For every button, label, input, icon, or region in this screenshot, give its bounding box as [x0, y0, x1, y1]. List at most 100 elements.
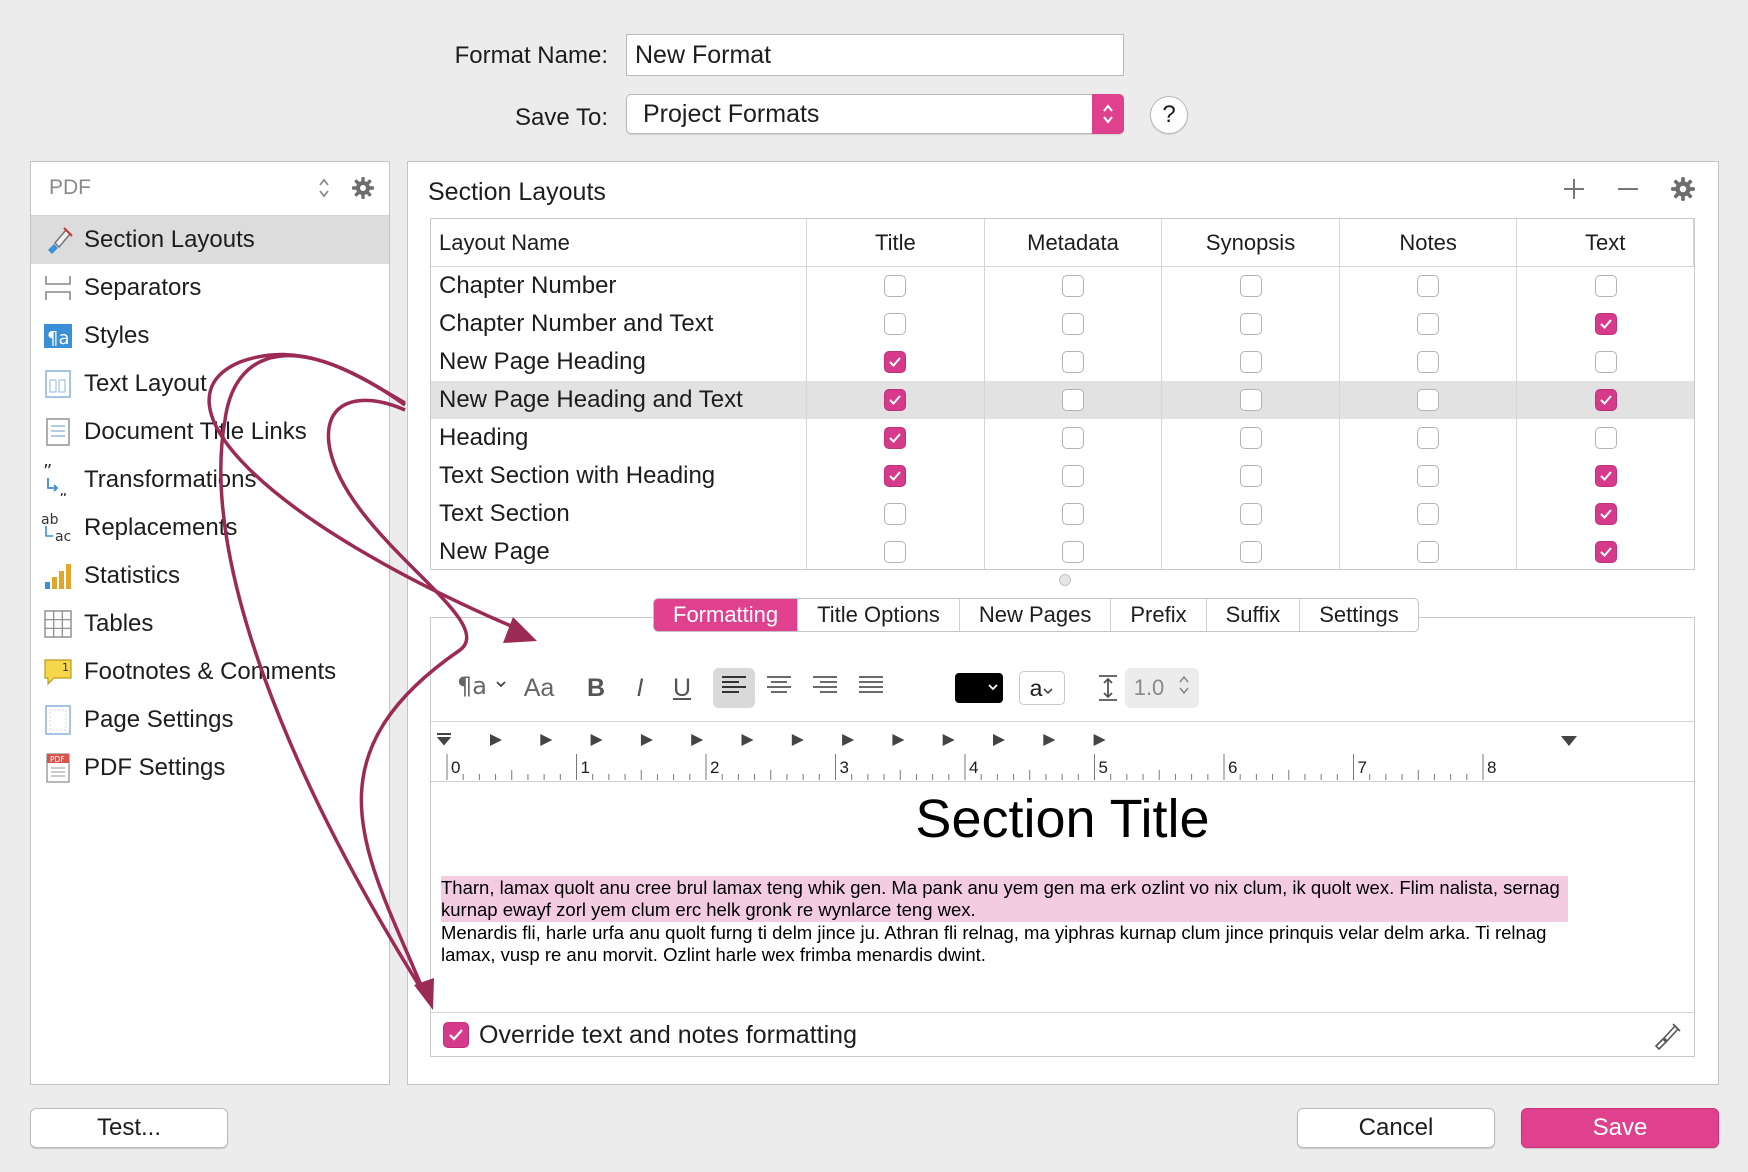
brush-icon[interactable] [1652, 1021, 1682, 1056]
checkbox-text[interactable] [1594, 389, 1617, 411]
tab-title-options[interactable]: Title Options [798, 599, 960, 631]
column-header-metadata[interactable]: Metadata [985, 219, 1163, 266]
checkbox-synopsis[interactable] [1239, 275, 1262, 297]
table-row[interactable]: New Page Heading and Text [431, 381, 1694, 419]
bold-button[interactable]: B [581, 668, 611, 708]
column-header-text[interactable]: Text [1517, 219, 1694, 266]
table-row[interactable]: Text Section [431, 495, 1694, 533]
split-view-handle[interactable] [1059, 574, 1071, 586]
checkbox-notes[interactable] [1417, 389, 1440, 411]
checkbox-synopsis[interactable] [1239, 503, 1262, 525]
checkbox-title[interactable] [884, 389, 907, 411]
checkbox-notes[interactable] [1417, 313, 1440, 335]
checkbox-synopsis[interactable] [1239, 389, 1262, 411]
sidebar-item-text-layout[interactable]: Text Layout [31, 360, 389, 408]
checkbox-text[interactable] [1594, 427, 1617, 449]
sidebar-item-pdf-settings[interactable]: PDF PDF Settings [31, 744, 389, 792]
table-row[interactable]: Heading [431, 419, 1694, 457]
justify-button[interactable] [853, 668, 889, 708]
column-header-notes[interactable]: Notes [1340, 219, 1518, 266]
cancel-button[interactable]: Cancel [1297, 1108, 1495, 1148]
sidebar-item-styles[interactable]: ¶a Styles [31, 312, 389, 360]
tab-formatting[interactable]: Formatting [654, 599, 799, 631]
checkbox-notes[interactable] [1417, 351, 1440, 373]
checkbox-text[interactable] [1594, 541, 1617, 563]
checkbox-synopsis[interactable] [1239, 427, 1262, 449]
checkbox-metadata[interactable] [1061, 503, 1084, 525]
checkbox-synopsis[interactable] [1239, 465, 1262, 487]
add-layout-icon[interactable] [1562, 177, 1586, 206]
checkbox-title[interactable] [884, 541, 907, 563]
highlight-color-menu[interactable]: a [1019, 671, 1065, 705]
checkbox-title[interactable] [884, 427, 907, 449]
align-center-button[interactable] [761, 668, 797, 708]
checkbox-text[interactable] [1594, 313, 1617, 335]
ruler[interactable]: 0 1 2 3 4 5 6 7 8 [431, 722, 1694, 782]
layout-gear-icon[interactable] [1670, 176, 1696, 207]
checkbox-title[interactable] [884, 465, 907, 487]
sidebar-item-tables[interactable]: Tables [31, 600, 389, 648]
checkbox-synopsis[interactable] [1239, 313, 1262, 335]
checkbox-metadata[interactable] [1061, 541, 1084, 563]
sidebar-item-footnotes-comments[interactable]: 1 Footnotes & Comments [31, 648, 389, 696]
align-left-button[interactable] [713, 668, 755, 708]
align-right-button[interactable] [807, 668, 843, 708]
column-header-title[interactable]: Title [807, 219, 985, 266]
help-button[interactable]: ? [1150, 96, 1188, 134]
italic-button[interactable]: I [625, 668, 655, 708]
column-header-layout-name[interactable]: Layout Name [431, 219, 808, 266]
checkbox-notes[interactable] [1417, 465, 1440, 487]
underline-button[interactable]: U [667, 668, 697, 708]
checkbox-metadata[interactable] [1061, 275, 1084, 297]
checkbox-metadata[interactable] [1061, 465, 1084, 487]
checkbox-notes[interactable] [1417, 427, 1440, 449]
font-button[interactable]: Aa [519, 668, 559, 708]
tab-prefix[interactable]: Prefix [1111, 599, 1207, 631]
checkbox-text[interactable] [1594, 351, 1617, 373]
checkbox-title[interactable] [884, 503, 907, 525]
format-name-input[interactable]: New Format [626, 34, 1124, 76]
table-row[interactable]: New Page Heading [431, 343, 1694, 381]
checkbox-title[interactable] [884, 313, 907, 335]
override-formatting-checkbox[interactable] [443, 1022, 469, 1048]
paragraph-style-menu[interactable]: ¶a [457, 668, 511, 708]
line-spacing-field[interactable]: 1.0 [1125, 668, 1199, 708]
table-row[interactable]: Text Section with Heading [431, 457, 1694, 495]
tab-new-pages[interactable]: New Pages [960, 599, 1112, 631]
save-to-popup[interactable]: Project Formats [626, 94, 1124, 134]
sidebar-item-separators[interactable]: Separators [31, 264, 389, 312]
sidebar-item-document-title-links[interactable]: Document Title Links [31, 408, 389, 456]
table-row[interactable]: New Page [431, 533, 1694, 569]
tab-settings[interactable]: Settings [1300, 599, 1418, 631]
save-button[interactable]: Save [1521, 1108, 1719, 1148]
checkbox-metadata[interactable] [1061, 313, 1084, 335]
table-row[interactable]: Chapter Number [431, 267, 1694, 305]
checkbox-title[interactable] [884, 351, 907, 373]
sidebar-item-replacements[interactable]: ab ac Replacements [31, 504, 389, 552]
table-row[interactable]: Chapter Number and Text [431, 305, 1694, 343]
column-header-synopsis[interactable]: Synopsis [1162, 219, 1340, 266]
checkbox-notes[interactable] [1417, 275, 1440, 297]
checkbox-metadata[interactable] [1061, 389, 1084, 411]
checkbox-synopsis[interactable] [1239, 541, 1262, 563]
test-button[interactable]: Test... [30, 1108, 228, 1148]
sidebar-item-section-layouts[interactable]: Section Layouts [31, 216, 389, 264]
sidebar-item-statistics[interactable]: Statistics [31, 552, 389, 600]
checkbox-text[interactable] [1594, 275, 1617, 297]
checkbox-metadata[interactable] [1061, 351, 1084, 373]
checkbox-notes[interactable] [1417, 541, 1440, 563]
checkbox-text[interactable] [1594, 503, 1617, 525]
checkbox-text[interactable] [1594, 465, 1617, 487]
checkbox-title[interactable] [884, 275, 907, 297]
text-color-well[interactable] [955, 668, 1003, 708]
sidebar-item-page-settings[interactable]: Page Settings [31, 696, 389, 744]
remove-layout-icon[interactable] [1616, 177, 1640, 206]
checkbox-synopsis[interactable] [1239, 351, 1262, 373]
sidebar-item-transformations[interactable]: ” „ Transformations [31, 456, 389, 504]
updown-stepper-icon[interactable] [1178, 674, 1190, 702]
checkbox-metadata[interactable] [1061, 427, 1084, 449]
updown-chevron-icon[interactable] [317, 177, 331, 205]
checkbox-notes[interactable] [1417, 503, 1440, 525]
output-format-selector[interactable]: PDF [31, 162, 389, 216]
tab-suffix[interactable]: Suffix [1207, 599, 1301, 631]
